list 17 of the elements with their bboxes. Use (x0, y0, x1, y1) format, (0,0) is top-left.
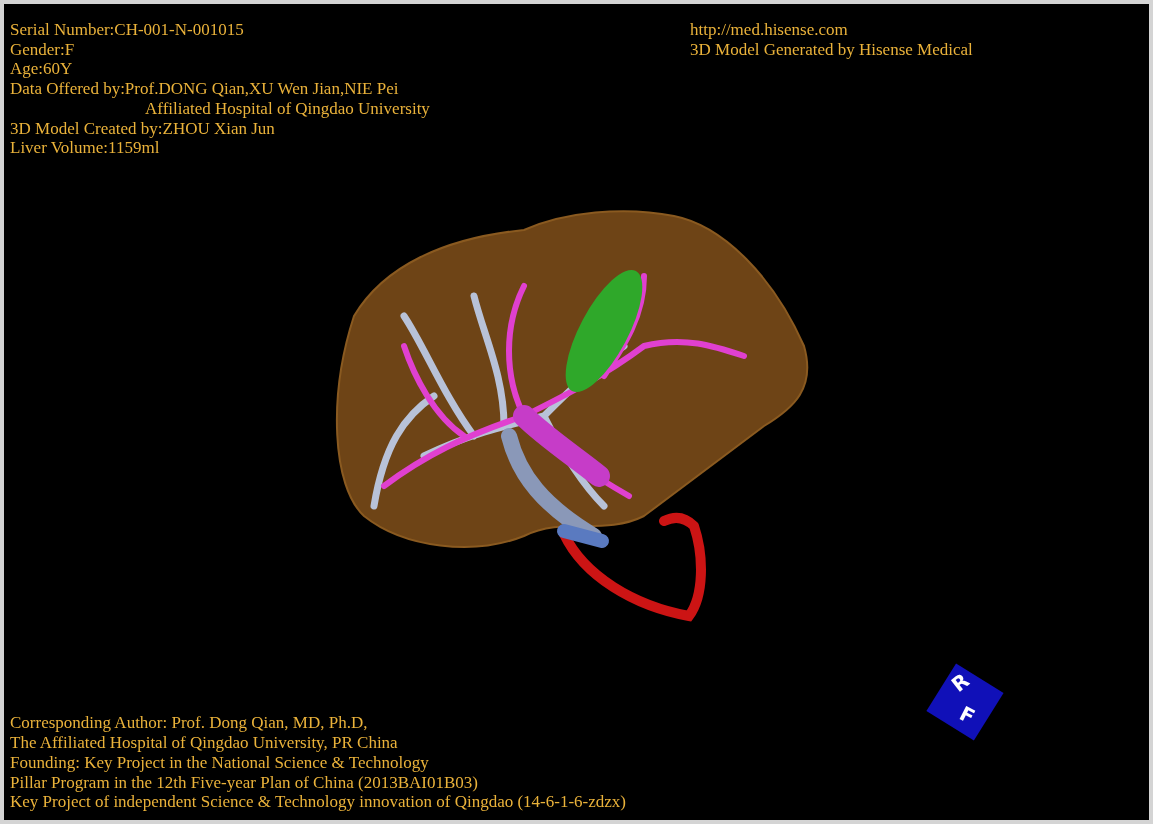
info-text: 3D Model Generated by Hisense Medical (690, 39, 974, 60)
info-text: Corresponding Author: Prof. Dong Qian, MD, Ph.D, (10, 713, 369, 734)
info-text: Data Offered by:Prof.DONG Qian,XU Wen Jian,NIE Pei (10, 79, 400, 99)
info-text: 3D Model Created by:ZHOU Xian Jun (10, 118, 276, 139)
info-text: Gender:F (10, 39, 76, 60)
info-text: Affiliated Hospital of Qingdao University (144, 98, 431, 119)
info-text: Founding: Key Project in the National Science & Technology (10, 752, 430, 773)
info-text: Age:60Y (10, 59, 74, 80)
axis-label: F (956, 703, 978, 728)
info-text: Pillar Program in the 12th Five-year Plan of China (2013BAI01B03) (10, 772, 479, 793)
info-text: http://med.hisense.com (690, 20, 849, 40)
orientation-cube[interactable]: R F (926, 663, 1004, 741)
info-text: The Affiliated Hospital of Qingdao University, PR China (10, 733, 399, 753)
axis-label: R (948, 669, 973, 696)
info-text: Key Project of independent Science & Technology innovation of Qingdao (14-6-1-6-zdzx) (10, 792, 626, 812)
info-text: Serial Number:CH-001-N-001015 (10, 20, 245, 40)
info-text: Liver Volume:1159ml (10, 138, 161, 158)
